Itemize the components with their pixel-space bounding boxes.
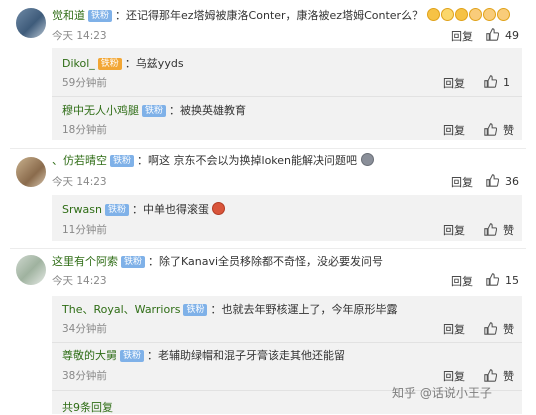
reply-2-1: Srwasn 铁粉 ：中单也得滚蛋 — [62, 202, 226, 218]
divider — [10, 248, 526, 249]
sad-emoji-icon — [360, 153, 374, 166]
reply-username[interactable]: 穆中无人小鸡腿 — [62, 104, 139, 117]
cat-emoji-icon — [482, 8, 496, 21]
thumbs-up-icon — [484, 369, 497, 382]
reply-button[interactable]: 回复 — [443, 122, 465, 138]
comment-time: 今天 14:23 — [52, 30, 107, 42]
watermark: 知乎 @话说小王子 — [392, 386, 492, 400]
fan-badge[interactable]: 铁粉 — [183, 304, 208, 316]
more-replies-link[interactable]: 共9条回复 — [62, 399, 113, 415]
fan-badge[interactable]: 铁粉 — [120, 350, 145, 362]
comment-time: 今天 14:23 — [52, 176, 107, 188]
reply-text: ：老辅助绿帽和混子牙膏该走其他还能留 — [147, 349, 346, 362]
fan-badge[interactable]: 铁粉 — [104, 204, 129, 216]
comment-username[interactable]: 、仿若晴空 — [52, 154, 107, 167]
like-count: 15 — [505, 274, 519, 287]
reply-username[interactable]: Dikol_ — [62, 57, 95, 70]
divider — [10, 148, 526, 149]
reply-3-1: The、Royal、Warriors 铁粉 ：也就去年野核運上了，今年原形毕露 — [62, 302, 397, 318]
reply-username[interactable]: Srwasn — [62, 203, 102, 216]
like-button[interactable]: 赞 — [484, 368, 514, 384]
avatar[interactable] — [16, 255, 46, 285]
fan-badge[interactable]: 铁粉 — [110, 155, 135, 167]
cat-emoji-icon — [496, 8, 510, 21]
comment-2-header: 、仿若晴空 铁粉 ：啊这 京东不会以为换掉loken能解决问题吧 — [52, 153, 375, 169]
thumbs-up-icon — [484, 123, 497, 136]
like-button[interactable]: 赞 — [484, 222, 514, 238]
laugh-emoji-icon — [426, 8, 440, 21]
cat-emoji-icon — [468, 8, 482, 21]
reply-time: 34分钟前 — [62, 323, 107, 335]
reply-time: 11分钟前 — [62, 224, 107, 236]
reply-text: ：中单也得滚蛋 — [131, 203, 209, 216]
divider — [52, 96, 522, 97]
reply-button[interactable]: 回复 — [443, 321, 465, 337]
reply-text: ：也就去年野核運上了，今年原形毕露 — [210, 303, 398, 316]
laugh-emoji-icon — [440, 8, 454, 21]
like-button[interactable]: 49 — [486, 28, 519, 42]
reply-button[interactable]: 回复 — [451, 174, 473, 190]
like-button[interactable]: 赞 — [484, 122, 514, 138]
fan-badge[interactable]: 铁粉 — [142, 105, 167, 117]
reply-button[interactable]: 回复 — [451, 273, 473, 289]
crab-emoji-icon — [212, 202, 226, 215]
comment-text: ：还记得那年ez塔姆被康洛Conter，康洛被ez塔姆Conter么？ — [115, 9, 424, 22]
reply-text: ：乌兹yyds — [124, 57, 184, 70]
comment-1-header: 觉和道 铁粉 ：还记得那年ez塔姆被康洛Conter，康洛被ez塔姆Conter么？ — [52, 8, 511, 24]
comment-username[interactable]: 这里有个阿索 — [52, 255, 118, 268]
fan-badge[interactable]: 铁粉 — [121, 256, 146, 268]
fan-badge[interactable]: 铁粉 — [88, 10, 113, 22]
reply-time: 59分钟前 — [62, 77, 107, 89]
like-button[interactable]: 36 — [486, 174, 519, 188]
fan-badge[interactable]: 铁粉 — [97, 58, 122, 70]
thumbs-up-icon — [484, 75, 497, 88]
comment-text: ：除了Kanavi全员移除都不奇怪，没必要发问号 — [148, 255, 384, 268]
reply-time: 18分钟前 — [62, 124, 107, 136]
avatar[interactable] — [16, 8, 46, 38]
reply-button[interactable]: 回复 — [443, 75, 465, 91]
like-count: 赞 — [503, 370, 514, 383]
avatar[interactable] — [16, 157, 46, 187]
thumbs-up-icon — [484, 322, 497, 335]
like-count: 赞 — [503, 323, 514, 336]
comment-time: 今天 14:23 — [52, 275, 107, 287]
reply-button[interactable]: 回复 — [451, 28, 473, 44]
laugh-emoji-icon — [454, 8, 468, 21]
like-count: 赞 — [503, 124, 514, 137]
like-count: 36 — [505, 175, 519, 188]
comment-username[interactable]: 觉和道 — [52, 9, 85, 22]
reply-1-1: Dikol_ 铁粉 ：乌兹yyds — [62, 56, 184, 72]
reply-button[interactable]: 回复 — [443, 222, 465, 238]
like-button[interactable]: 赞 — [484, 321, 514, 337]
reply-username[interactable]: 尊敬的大舅 — [62, 349, 117, 362]
reply-button[interactable]: 回复 — [443, 368, 465, 384]
like-count: 49 — [505, 29, 519, 42]
thumbs-up-icon — [486, 174, 499, 187]
comment-3-header: 这里有个阿索 铁粉 ：除了Kanavi全员移除都不奇怪，没必要发问号 — [52, 254, 383, 270]
thumbs-up-icon — [484, 223, 497, 236]
reply-3-2: 尊敬的大舅 铁粉 ：老辅助绿帽和混子牙膏该走其他还能留 — [62, 348, 345, 364]
reply-text: ：被换英雄教育 — [169, 104, 247, 117]
thumbs-up-icon — [486, 273, 499, 286]
comment-text: ：啊这 京东不会以为换掉loken能解决问题吧 — [137, 154, 358, 167]
like-count: 1 — [503, 76, 510, 89]
thumbs-up-icon — [486, 28, 499, 41]
like-count: 赞 — [503, 224, 514, 237]
like-button[interactable]: 1 — [484, 75, 510, 89]
divider — [52, 342, 522, 343]
reply-1-2: 穆中无人小鸡腿 铁粉 ：被换英雄教育 — [62, 103, 246, 119]
like-button[interactable]: 15 — [486, 273, 519, 287]
reply-username[interactable]: The、Royal、Warriors — [62, 303, 180, 316]
reply-time: 38分钟前 — [62, 370, 107, 382]
